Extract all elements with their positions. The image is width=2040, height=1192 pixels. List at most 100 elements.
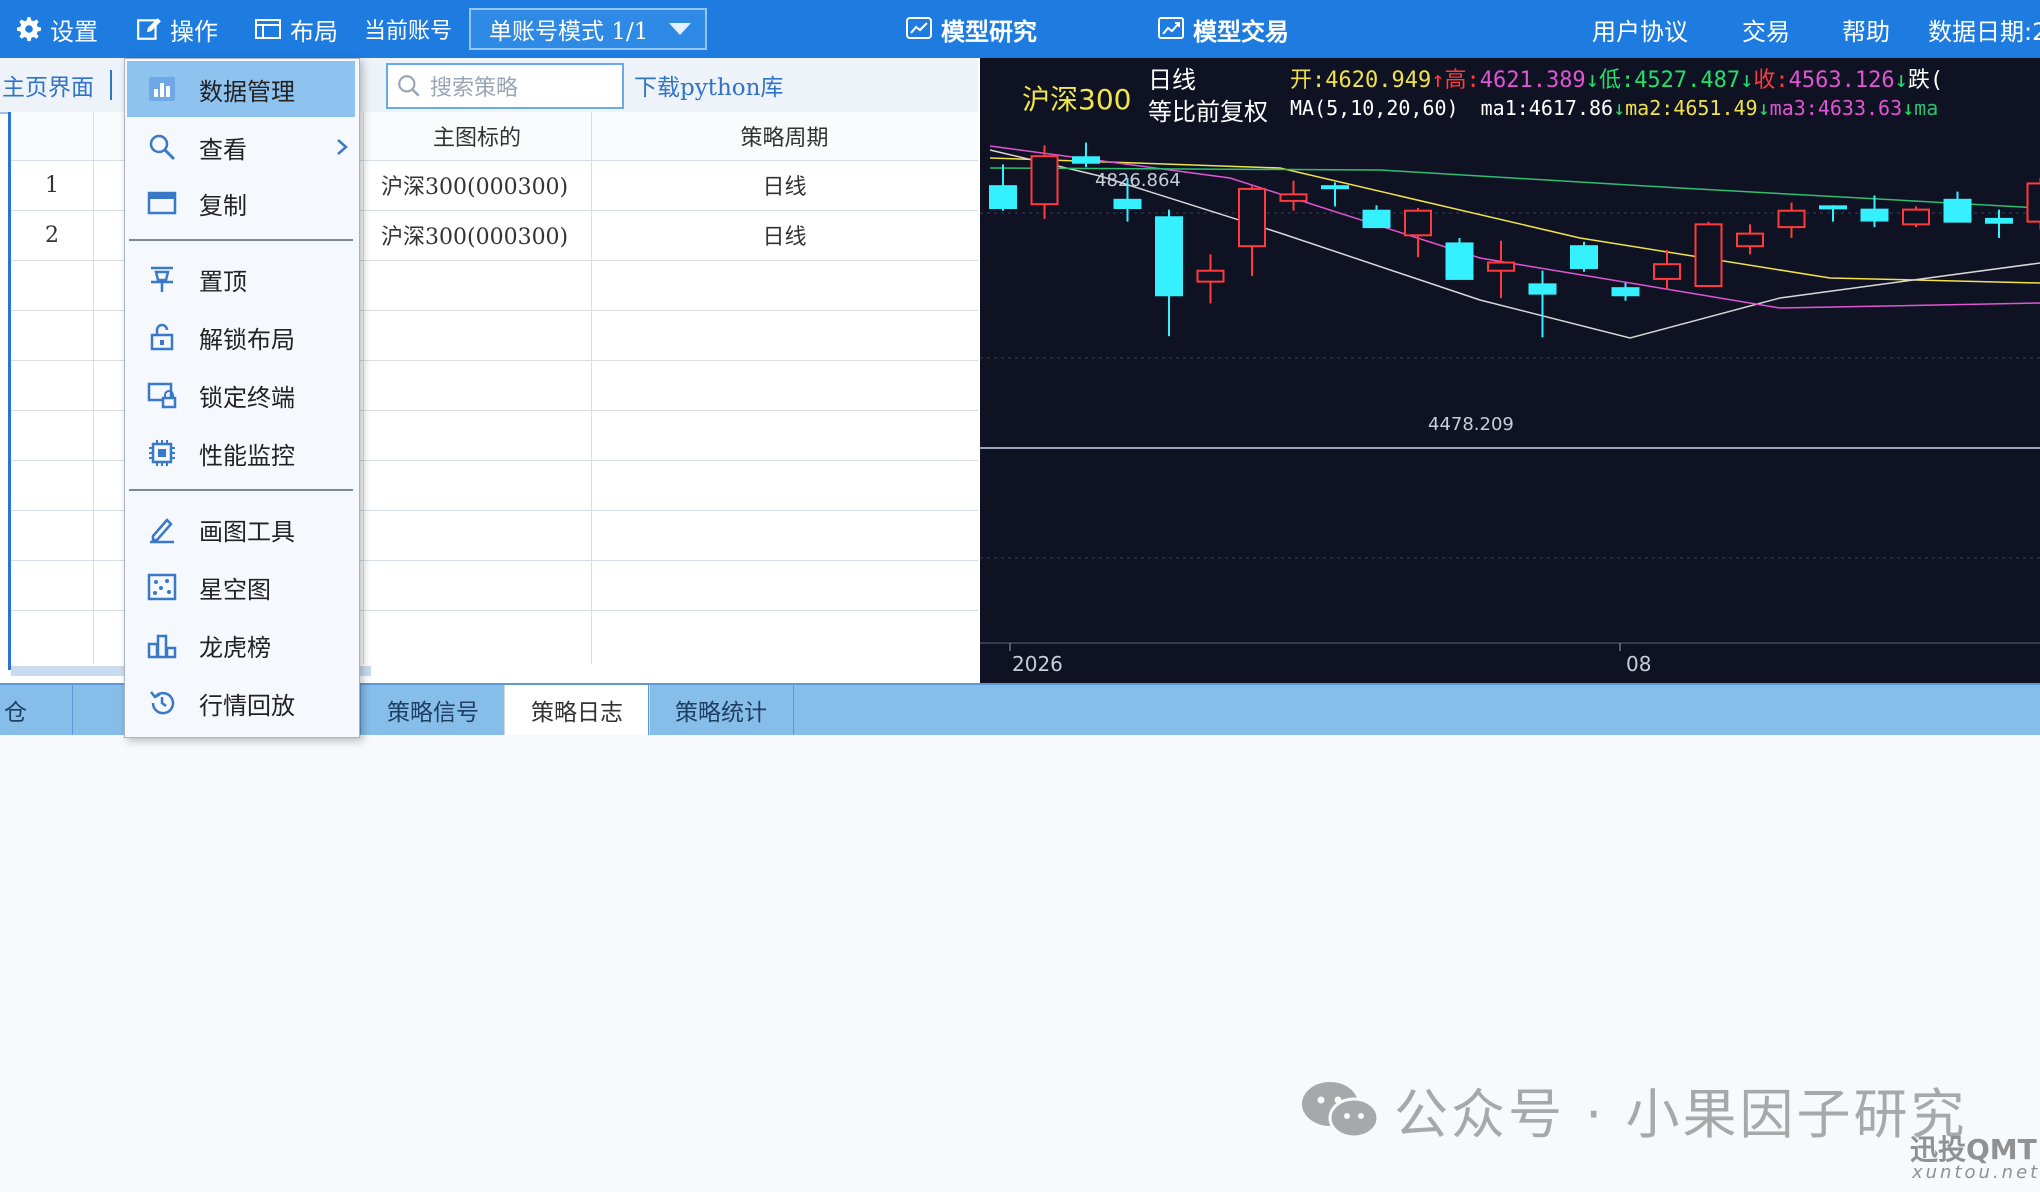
menu-item-label: 解锁布局	[199, 325, 295, 354]
row-period[interactable]: 日线	[591, 210, 978, 260]
candle-body[interactable]	[1279, 193, 1308, 202]
model-trade-tab[interactable]: 模型交易	[1157, 0, 1289, 58]
kline-chart-svg: 2026 08 4826.864 4478.209	[980, 142, 2040, 676]
candle-body[interactable]	[1155, 216, 1183, 297]
kline-chart[interactable]: 2026 08 4826.864 4478.209 沪深300 日线 等比前复权…	[980, 58, 2040, 683]
menu-item-view[interactable]: 查看	[127, 119, 355, 175]
pencil-icon	[150, 518, 174, 544]
candle-body[interactable]	[1030, 155, 1059, 206]
menu-item-label: 复制	[199, 191, 247, 220]
window-icon	[147, 191, 177, 215]
bar-chart-icon	[149, 77, 175, 101]
help-link[interactable]: 帮助	[1842, 0, 1890, 58]
row-target[interactable]: 沪深300(000300)	[363, 210, 591, 260]
candle-body[interactable]	[1570, 245, 1598, 270]
strategy-search-input[interactable]: 搜索策略	[386, 63, 624, 109]
tab-strategy-signal[interactable]: 策略信号	[360, 685, 505, 735]
operate-menu: 数据管理 查看 复制 置顶 解锁布局 锁定终端 性能监控 画图工具 星空图 龙虎…	[124, 58, 360, 738]
trade-link[interactable]: 交易	[1742, 0, 1790, 58]
watermark: 公众号 · 小果因子研究	[1300, 1070, 1968, 1149]
settings-label: 设置	[50, 17, 98, 46]
menu-item-dragon-tiger-list[interactable]: 龙虎榜	[127, 617, 355, 673]
candle-body[interactable]	[1653, 263, 1681, 280]
menu-item-drawing-tools[interactable]: 画图工具	[127, 501, 355, 557]
row-target[interactable]: 沪深300(000300)	[363, 160, 591, 210]
pin-icon	[151, 266, 173, 292]
account-mode-select[interactable]: 单账号模式 1/1	[469, 8, 707, 50]
layout-icon	[255, 19, 281, 39]
high-annotation: 4826.864	[1095, 170, 1181, 191]
menu-item-label: 数据管理	[199, 77, 295, 106]
candle-body[interactable]	[1902, 208, 1930, 226]
model-research-tab[interactable]: 模型研究	[905, 0, 1037, 58]
grid-line	[93, 112, 94, 664]
menu-item-unlock-layout[interactable]: 解锁布局	[127, 309, 355, 365]
top-toolbar: 设置 操作 布局 当前账号 单账号模式 1/1 模型研究 模型交易 用户协议 交…	[0, 0, 2040, 58]
candle-body[interactable]	[1819, 205, 1847, 210]
candle-body[interactable]	[1487, 261, 1515, 272]
candle-body[interactable]	[1445, 242, 1474, 280]
operate-button[interactable]: 操作	[136, 0, 218, 58]
arrow-down-icon: ↓	[1740, 68, 1754, 93]
menu-item-label: 行情回放	[199, 691, 295, 720]
settings-button[interactable]: 设置	[16, 0, 98, 58]
tab-strategy-stats[interactable]: 策略统计	[648, 685, 794, 735]
star-map-icon	[147, 573, 177, 601]
candle-body[interactable]	[1943, 198, 1972, 223]
tab-position[interactable]: 仓	[0, 685, 72, 735]
watermark-text: 公众号 · 小果因子研究	[1394, 1083, 1968, 1146]
row-index: 2	[45, 222, 59, 248]
candle-body[interactable]	[1777, 209, 1806, 229]
candle-body[interactable]	[1321, 185, 1349, 190]
low-annotation: 4478.209	[1428, 414, 1514, 435]
grid-line	[363, 112, 364, 664]
candle-body[interactable]	[1985, 217, 2013, 224]
candle-body[interactable]	[1528, 283, 1557, 295]
candle-body[interactable]	[989, 185, 1017, 210]
candle-body[interactable]	[2026, 182, 2040, 223]
operate-label: 操作	[170, 17, 218, 46]
candle-body[interactable]	[1694, 223, 1723, 287]
menu-item-star-map[interactable]: 星空图	[127, 559, 355, 615]
layout-button[interactable]: 布局	[254, 0, 338, 58]
menu-separator	[129, 239, 353, 241]
menu-item-copy[interactable]: 复制	[127, 175, 355, 231]
candle-body[interactable]	[1072, 156, 1100, 164]
menu-item-label: 查看	[199, 135, 247, 164]
candle-body[interactable]	[1238, 187, 1266, 248]
candle-body[interactable]	[1362, 209, 1391, 229]
menu-item-market-replay[interactable]: 行情回放	[127, 675, 355, 731]
chart-symbol-name: 沪深300	[1022, 83, 1132, 116]
account-mode-value: 单账号模式 1/1	[489, 19, 649, 45]
row-index: 1	[45, 172, 59, 198]
menu-item-pin-top[interactable]: 置顶	[127, 251, 355, 307]
row-period[interactable]: 日线	[591, 160, 978, 210]
unlock-icon	[150, 323, 174, 351]
user-agreement-link[interactable]: 用户协议	[1592, 0, 1688, 58]
column-header-period[interactable]: 策略周期	[591, 112, 978, 160]
tab-strategy-log[interactable]: 策略日志	[504, 685, 650, 735]
candle-body[interactable]	[1113, 198, 1142, 209]
chart-window-icon	[906, 17, 932, 39]
candle-body[interactable]	[1860, 208, 1889, 222]
menu-item-lock-terminal[interactable]: 锁定终端	[127, 367, 355, 423]
account-label: 当前账号	[364, 19, 453, 44]
ohlc-readout: 开:4620.949↑高:4621.389↓低:4527.487↓收:4563.…	[1290, 68, 1944, 93]
candle-body[interactable]	[1404, 209, 1432, 237]
candle-body[interactable]	[1736, 232, 1764, 248]
menu-item-label: 画图工具	[199, 517, 295, 546]
candle-body[interactable]	[1196, 269, 1225, 283]
candle-body[interactable]	[1611, 287, 1640, 297]
x-tick-label: 2026	[1012, 652, 1063, 676]
download-python-link[interactable]: 下载python库	[634, 58, 783, 112]
data-date: 数据日期:2	[1928, 17, 2040, 46]
search-icon	[398, 75, 420, 97]
arrow-down-icon: ↓	[1585, 68, 1599, 93]
menu-item-performance-monitor[interactable]: 性能监控	[127, 425, 355, 481]
replay-icon	[150, 691, 175, 715]
menu-item-data-management[interactable]: 数据管理	[127, 61, 355, 117]
edit-icon	[137, 18, 161, 40]
main-page-link[interactable]: 主页界面	[2, 58, 94, 112]
arrow-down-icon: ↓	[1902, 96, 1915, 120]
column-header-target[interactable]: 主图标的	[363, 112, 591, 160]
